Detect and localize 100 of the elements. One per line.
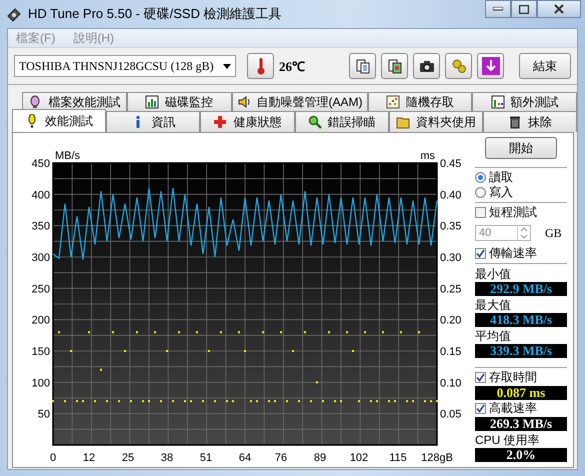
unit-label: GB <box>545 226 562 240</box>
bulb-icon <box>28 95 42 109</box>
tab[interactable]: 自動噪聲管理(AAM) <box>232 92 368 111</box>
axis-label: 300 <box>32 252 50 264</box>
copy-icon <box>386 58 402 74</box>
readout-value: 2.0% <box>475 448 567 462</box>
readout-label: 最大值 <box>475 298 512 312</box>
tab[interactable]: 錯誤掃瞄 <box>294 111 389 132</box>
axis-label: 0.30 <box>440 252 462 264</box>
check-icon <box>476 373 485 382</box>
axis-label: 400 <box>32 189 50 202</box>
tab[interactable]: 資訊 <box>106 111 200 132</box>
caret-icon <box>223 64 231 68</box>
temperature-value: 26℃ <box>279 58 305 75</box>
axis-label: 25 <box>122 452 134 464</box>
minimize-button[interactable] <box>485 0 511 18</box>
axis-label: 250 <box>32 283 50 296</box>
speaker-icon <box>236 95 250 109</box>
axis-unit: MB/s <box>55 150 80 162</box>
close-button[interactable] <box>537 0 581 18</box>
tab[interactable]: 效能測試 <box>12 109 106 132</box>
radio-button[interactable] <box>475 172 486 183</box>
minimize-icon <box>493 7 503 11</box>
checkbox-label: 高載速率 <box>489 400 537 417</box>
toolbar-button[interactable] <box>413 53 440 79</box>
check-icon <box>476 404 485 413</box>
axis-label: 0.35 <box>440 220 462 233</box>
tab[interactable]: 隨機存取 <box>368 92 472 111</box>
axis-label: 128gB <box>421 452 453 464</box>
axis-label: 0.10 <box>440 377 462 390</box>
axis-label: 89 <box>314 452 326 464</box>
toolbar-button[interactable] <box>381 53 408 79</box>
axis-label: 115 <box>389 452 407 464</box>
checkbox[interactable] <box>475 372 486 383</box>
axis-label: 38 <box>160 452 174 464</box>
checkbox-label: 傳輸速率 <box>489 245 537 262</box>
radio-label: 讀取 <box>489 169 513 186</box>
coins-icon <box>450 58 466 74</box>
tab[interactable]: 額外測試 <box>472 92 577 111</box>
camera-icon <box>418 58 434 74</box>
readout-label: 最小值 <box>475 267 512 281</box>
radio-button[interactable] <box>475 187 486 198</box>
axis-label: 0.15 <box>440 346 462 358</box>
axis-unit: ms <box>420 150 435 162</box>
checkbox[interactable] <box>475 248 486 259</box>
drive-dropdown[interactable]: TOSHIBA THNSNJ128GCSU (128 gB) <box>14 55 236 77</box>
tab[interactable]: 檔案效能測試 <box>22 92 127 111</box>
bar-chart-icon <box>490 95 505 109</box>
axis-label: 50 <box>38 408 50 421</box>
copy-icon <box>354 58 370 74</box>
tab[interactable]: 健康狀態 <box>200 111 295 132</box>
plus-icon <box>213 115 228 129</box>
spin-arrows-icon <box>518 226 530 240</box>
maximize-button[interactable] <box>511 0 537 18</box>
readout-value: 339.3 MB/s <box>475 344 567 358</box>
magnifier-icon <box>308 115 322 129</box>
exit-button[interactable]: 結束 <box>519 53 571 79</box>
readout-label: CPU 使用率 <box>475 433 541 447</box>
readout-value: 418.3 MB/s <box>475 313 567 327</box>
axis-label: 100 <box>32 377 50 390</box>
axis-label: 200 <box>32 314 50 327</box>
axis-label: 51 <box>200 452 212 464</box>
checkbox-label: 短程測試 <box>489 204 537 221</box>
axis-label: 0 <box>50 452 56 464</box>
scatter-icon <box>386 95 400 109</box>
radio-label: 寫入 <box>489 184 513 201</box>
axis-label: 150 <box>32 346 50 358</box>
tab[interactable]: 資料夾使用 <box>388 111 483 132</box>
readout-value: 0.087 ms <box>475 386 567 400</box>
axis-label: 450 <box>32 158 50 170</box>
readout-value: 292.9 MB/s <box>475 282 567 296</box>
thermometer-icon <box>256 57 264 75</box>
axis-label: 0.40 <box>440 189 462 202</box>
bar-chart-icon <box>145 95 160 109</box>
checkbox-label: 存取時間 <box>489 369 537 386</box>
temperature-button[interactable] <box>247 53 274 79</box>
axis-label: 0.20 <box>440 314 462 327</box>
axis-label: 102 <box>350 452 368 464</box>
toolbar-button[interactable] <box>349 53 376 79</box>
axis-label: 0.25 <box>440 283 462 296</box>
axis-label: 64 <box>238 452 252 464</box>
tab[interactable]: 磁碟監控 <box>126 92 232 111</box>
tab[interactable]: 抹除 <box>482 111 578 132</box>
axis-label: 350 <box>32 220 50 233</box>
close-icon <box>554 4 564 14</box>
start-button[interactable]: 開始 <box>485 137 557 159</box>
folder-icon <box>396 115 410 129</box>
trash-icon <box>508 115 522 129</box>
readout-label: 平均值 <box>475 329 512 343</box>
maximize-icon <box>519 4 529 14</box>
axis-label: 0.45 <box>440 158 462 170</box>
check-icon <box>476 249 485 258</box>
axis-label: 76 <box>274 452 288 464</box>
download-button[interactable] <box>477 53 504 79</box>
axis-label: 0.05 <box>440 408 462 421</box>
readout-value: 269.3 MB/s <box>475 417 567 431</box>
window-title: HD Tune Pro 5.50 - 硬碟/SSD 檢測維護工具 <box>28 5 282 23</box>
axis-label: 12 <box>82 452 96 464</box>
checkbox[interactable] <box>475 207 486 218</box>
checkbox[interactable] <box>475 403 486 414</box>
